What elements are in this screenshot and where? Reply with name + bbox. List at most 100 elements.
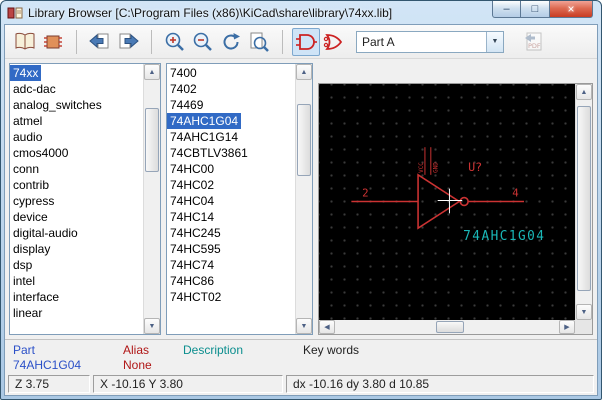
scroll-down-icon[interactable]: ▼ [144,318,160,334]
list-item-label: cypress [10,193,57,209]
gate-alternate-icon [322,30,346,54]
library-item-conn[interactable]: conn [10,161,143,177]
power-pin-label-gnd: GND [434,162,440,173]
part-item-7400[interactable]: 7400 [167,65,295,81]
app-icon [7,5,23,21]
part-item-74HC02[interactable]: 74HC02 [167,177,295,193]
part-item-74HC74[interactable]: 74HC74 [167,257,295,273]
zoom-in-icon [163,30,187,54]
library-scroll-thumb[interactable] [145,108,159,172]
list-item-label: device [10,209,51,225]
library-item-atmel[interactable]: atmel [10,113,143,129]
part-item-74AHC1G04[interactable]: 74AHC1G04 [167,113,295,129]
part-item-74HCT02[interactable]: 74HCT02 [167,289,295,305]
library-item-audio[interactable]: audio [10,129,143,145]
list-item-label: 74HC00 [167,161,217,177]
library-item-74xx[interactable]: 74xx [10,65,143,81]
part-item-74469[interactable]: 74469 [167,97,295,113]
minimize-button[interactable]: – [492,1,521,18]
part-item-74CBTLV3861[interactable]: 74CBTLV3861 [167,145,295,161]
part-item-74HC86[interactable]: 74HC86 [167,273,295,289]
scroll-left-icon[interactable]: ◀ [319,320,335,334]
library-item-intel[interactable]: intel [10,273,143,289]
scroll-down-icon[interactable]: ▼ [576,304,592,320]
window-title: Library Browser [C:\Program Files (x86)\… [28,6,392,20]
part-scrollbar[interactable]: ▲ ▼ [295,64,312,334]
zoom-out-icon [191,30,215,54]
select-part-button[interactable] [39,28,67,56]
library-item-device[interactable]: device [10,209,143,225]
library-item-contrib[interactable]: contrib [10,177,143,193]
library-item-cypress[interactable]: cypress [10,193,143,209]
list-item-label: 74HCT02 [167,289,224,305]
scroll-up-icon[interactable]: ▲ [296,64,312,80]
inverter-symbol [351,147,524,228]
part-item-74HC595[interactable]: 74HC595 [167,241,295,257]
canvas-hscroll-track[interactable] [335,320,559,334]
minimize-icon: – [503,4,509,15]
canvas-hscroll-thumb[interactable] [436,321,464,333]
part-item-7402[interactable]: 7402 [167,81,295,97]
maximize-button[interactable]: □ [521,1,549,18]
library-item-dsp[interactable]: dsp [10,257,143,273]
scroll-down-icon[interactable]: ▼ [296,318,312,334]
canvas-vscroll-track[interactable] [576,100,592,304]
scrollbar-corner [575,320,592,334]
scroll-up-icon[interactable]: ▲ [576,84,592,100]
library-item-linear[interactable]: linear [10,305,143,321]
next-part-button[interactable] [114,28,142,56]
list-item-label: digital-audio [10,225,81,241]
list-item-label: adc-dac [10,81,59,97]
demorgan-alternate-button[interactable] [320,28,348,56]
canvas-vertical-scrollbar[interactable]: ▲ ▼ [575,84,592,320]
library-scroll-track[interactable] [144,80,160,318]
zoom-fit-button[interactable] [245,28,273,56]
library-item-interface[interactable]: interface [10,289,143,305]
scroll-right-icon[interactable]: ▶ [559,320,575,334]
gate-standard-icon [294,30,318,54]
list-item-label: 74HC86 [167,273,217,289]
part-scroll-thumb[interactable] [297,104,311,176]
redraw-view-button[interactable] [217,28,245,56]
part-item-74HC00[interactable]: 74HC00 [167,161,295,177]
svg-text:PDF: PDF [528,42,541,50]
titlebar[interactable]: Library Browser [C:\Program Files (x86)\… [1,1,601,24]
chip-icon [41,30,65,54]
list-item-label: 74AHC1G14 [167,129,241,145]
list-item-label: 74HC74 [167,257,217,273]
demorgan-standard-button[interactable] [292,28,320,56]
schematic-canvas[interactable]: 2 4 U? 74AHC1G04 VCC GND [319,84,575,320]
zoom-out-button[interactable] [189,28,217,56]
library-browser-window: Library Browser [C:\Program Files (x86)\… [0,0,602,400]
export-pdf-button[interactable]: PDF [520,28,548,56]
select-library-button[interactable] [11,28,39,56]
component-value: 74AHC1G04 [463,229,545,244]
list-item-label: conn [10,161,42,177]
info-part-value: 74AHC1G04 [13,358,123,372]
part-scroll-track[interactable] [296,80,312,318]
canvas-horizontal-scrollbar[interactable]: ◀ ▶ [319,320,575,334]
canvas-vscroll-thumb[interactable] [577,106,591,291]
part-item-74HC04[interactable]: 74HC04 [167,193,295,209]
library-item-analog_switches[interactable]: analog_switches [10,97,143,113]
scroll-up-icon[interactable]: ▲ [144,64,160,80]
list-item-label: 74HC245 [167,225,224,241]
previous-part-button[interactable] [86,28,114,56]
library-item-cmos4000[interactable]: cmos4000 [10,145,143,161]
library-item-digital-audio[interactable]: digital-audio [10,225,143,241]
library-scrollbar[interactable]: ▲ ▼ [143,64,160,334]
redraw-icon [219,30,243,54]
part-item-74HC14[interactable]: 74HC14 [167,209,295,225]
part-item-74AHC1G14[interactable]: 74AHC1G14 [167,129,295,145]
part-unit-selector[interactable]: Part A ▼ [356,31,504,53]
library-listbox: 74xxadc-dacanalog_switchesatmelaudiocmos… [9,63,161,335]
list-item-label: display [10,241,53,257]
status-zoom: Z 3.75 [8,375,90,393]
info-alias-value: None [123,358,183,372]
library-item-adc-dac[interactable]: adc-dac [10,81,143,97]
part-item-74HC245[interactable]: 74HC245 [167,225,295,241]
close-button[interactable]: × [549,1,593,18]
caption-buttons: – □ × [492,1,593,18]
zoom-in-button[interactable] [161,28,189,56]
library-item-display[interactable]: display [10,241,143,257]
